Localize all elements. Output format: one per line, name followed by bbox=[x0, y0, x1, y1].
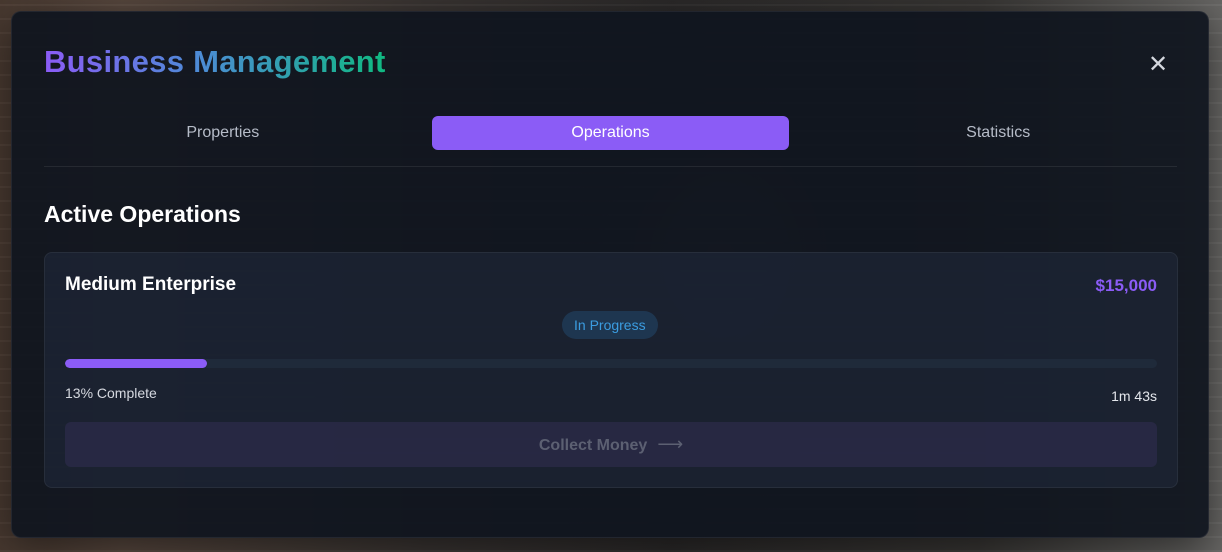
tab-bar: Properties Operations Statistics bbox=[44, 116, 1177, 150]
progress-label: 13% Complete bbox=[65, 385, 157, 401]
operation-name: Medium Enterprise bbox=[65, 274, 237, 295]
collect-money-label: Collect Money bbox=[538, 437, 648, 454]
tab-operations[interactable]: Operations bbox=[431, 116, 790, 150]
arrow-right-icon: ⟶ bbox=[657, 434, 684, 455]
section-title: Active Operations bbox=[44, 201, 241, 227]
operation-amount: $15,000 bbox=[1095, 276, 1157, 295]
time-remaining: 1m 43s bbox=[1111, 388, 1157, 404]
progress-bar bbox=[65, 359, 1157, 368]
tab-properties[interactable]: Properties bbox=[44, 116, 402, 150]
business-management-modal: Business Management ✕ Properties Operati… bbox=[11, 11, 1209, 538]
collect-money-button[interactable]: Collect Money ⟶ bbox=[65, 422, 1157, 467]
modal-title: Business Management bbox=[44, 44, 386, 79]
tab-statistics[interactable]: Statistics bbox=[819, 116, 1177, 150]
progress-fill bbox=[65, 359, 207, 368]
close-icon[interactable]: ✕ bbox=[1146, 52, 1170, 76]
status-badge: In Progress bbox=[562, 311, 658, 339]
operation-card: Medium Enterprise $15,000 In Progress 13… bbox=[44, 252, 1178, 488]
tab-divider bbox=[44, 166, 1177, 167]
